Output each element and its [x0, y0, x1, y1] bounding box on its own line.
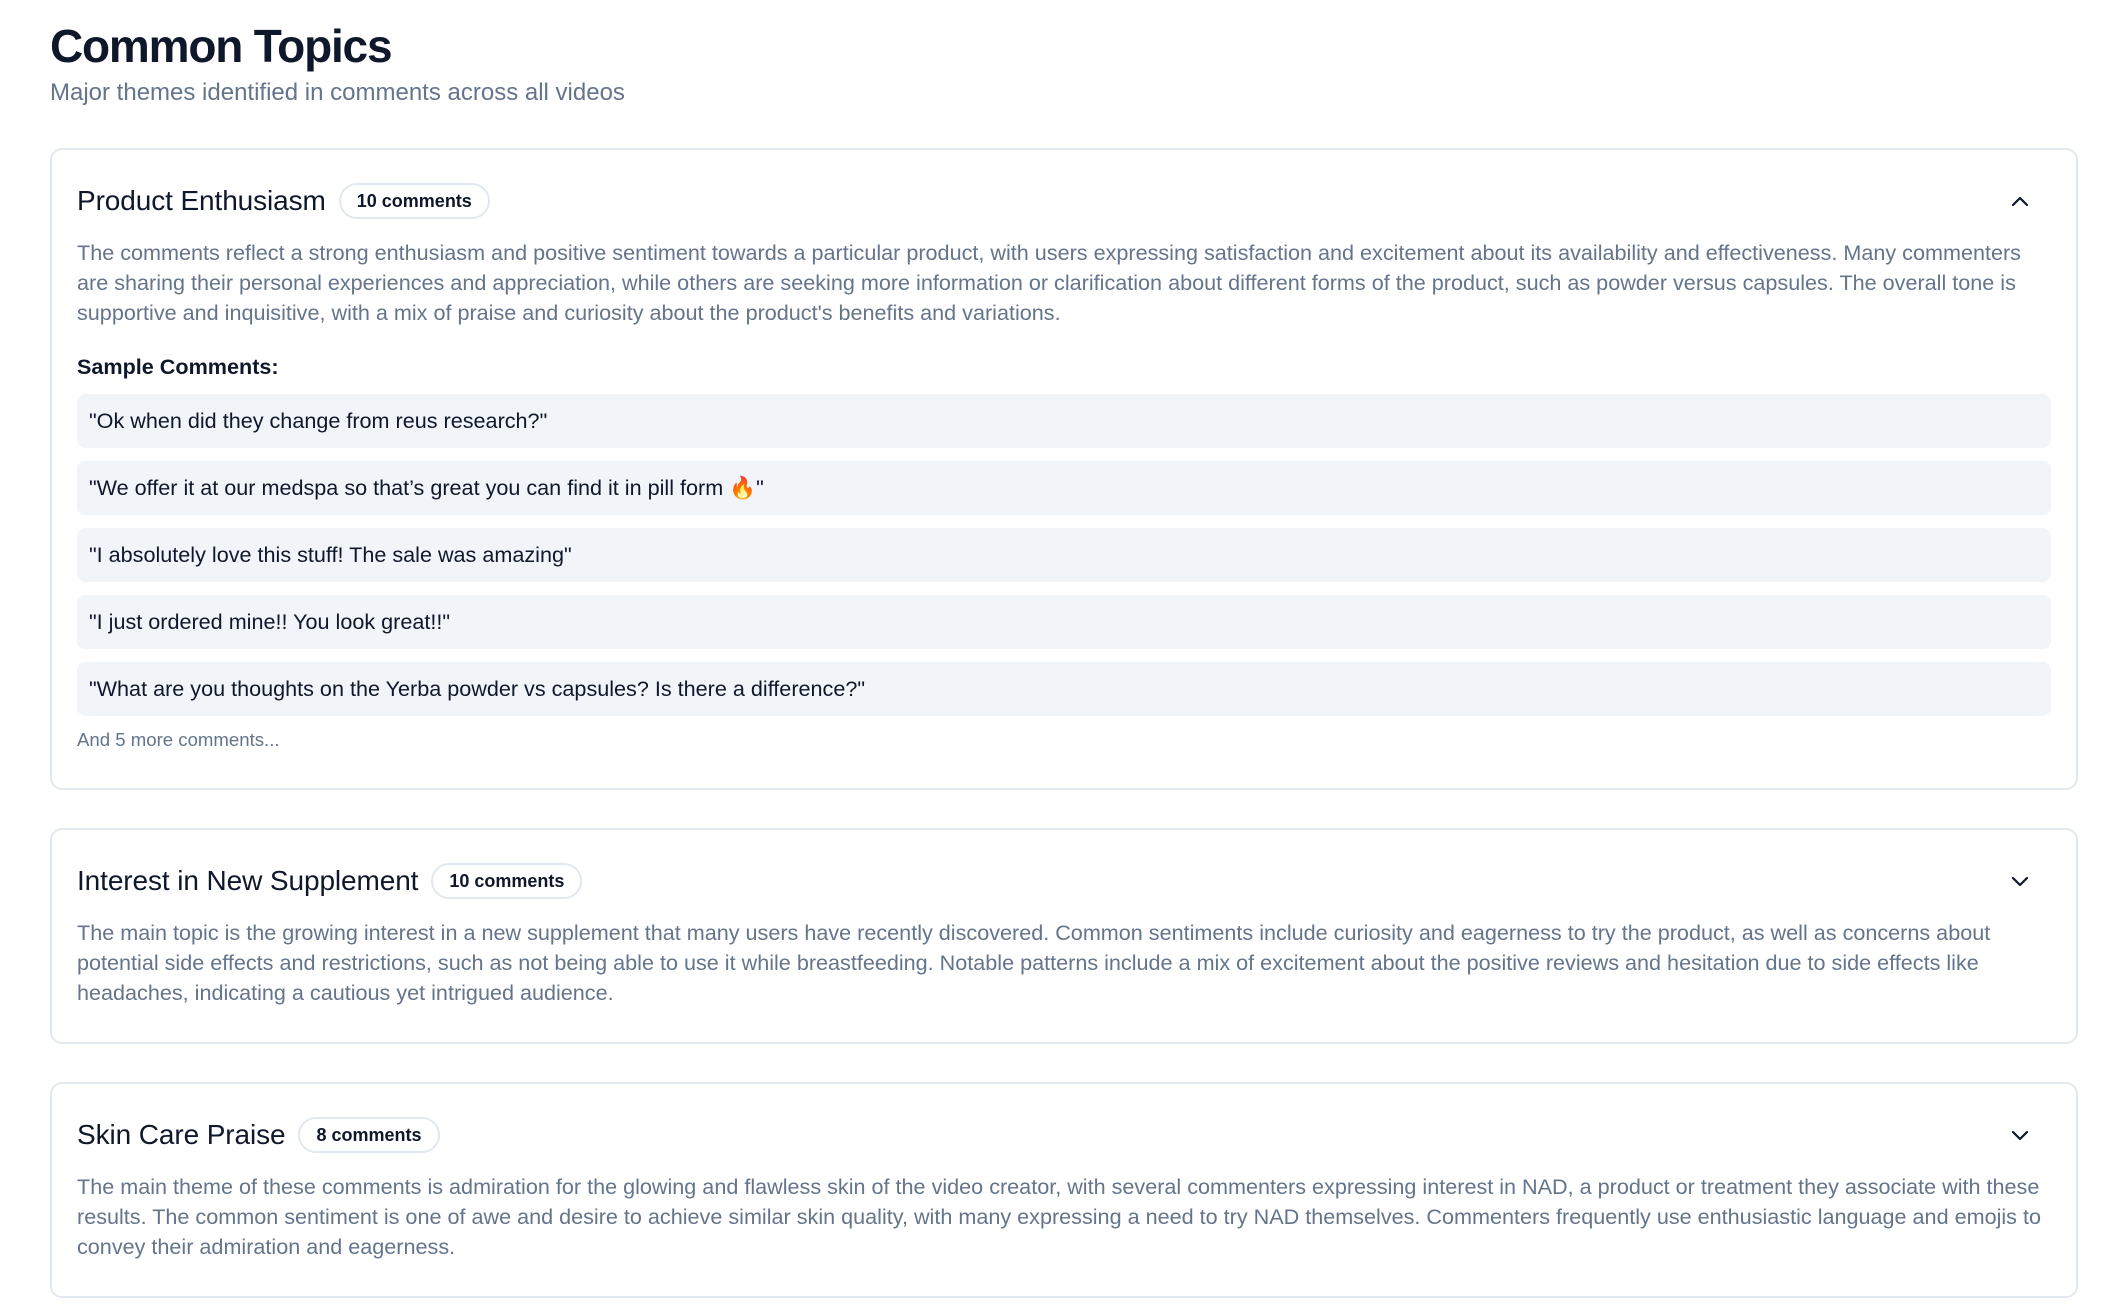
chevron-up-icon[interactable] — [2009, 190, 2031, 212]
topic-title: Interest in New Supplement — [77, 865, 419, 896]
topic-header[interactable]: Skin Care Praise 8 comments — [77, 1084, 2051, 1186]
chevron-down-icon[interactable] — [2009, 1124, 2031, 1146]
page-title: Common Topics — [50, 20, 393, 72]
topic-header[interactable]: Product Enthusiasm 10 comments — [77, 150, 2051, 252]
common-topics-page: Common Topics Major themes identified in… — [0, 0, 2122, 1310]
sample-comment: "Ok when did they change from reus resea… — [77, 394, 2051, 448]
topic-card-product-enthusiasm: Product Enthusiasm 10 comments The comme… — [50, 148, 2078, 790]
chevron-down-icon[interactable] — [2009, 870, 2031, 892]
comment-count-badge: 8 comments — [298, 1117, 440, 1153]
more-comments-text: And 5 more comments... — [77, 729, 280, 750]
sample-comment: "What are you thoughts on the Yerba powd… — [77, 662, 2051, 716]
topic-description: The main theme of these comments is admi… — [77, 1174, 2041, 1259]
topic-title: Product Enthusiasm — [77, 185, 326, 216]
topic-description: The main topic is the growing interest i… — [77, 920, 1991, 1005]
sample-comment: "I just ordered mine!! You look great!!" — [77, 595, 2051, 649]
topic-card-interest-in-new-supplement: Interest in New Supplement 10 comments T… — [50, 828, 2078, 1044]
topic-title: Skin Care Praise — [77, 1119, 286, 1150]
sample-comments-label: Sample Comments: — [77, 354, 279, 379]
page-subtitle: Major themes identified in comments acro… — [50, 79, 625, 106]
comment-count-badge: 10 comments — [338, 183, 490, 219]
comment-count-badge: 10 comments — [431, 863, 583, 899]
sample-comment: "I absolutely love this stuff! The sale … — [77, 528, 2051, 582]
sample-comments-list: "Ok when did they change from reus resea… — [77, 394, 2051, 716]
topic-card-skin-care-praise: Skin Care Praise 8 comments The main the… — [50, 1082, 2078, 1298]
topic-description: The comments reflect a strong enthusiasm… — [77, 240, 2021, 325]
topic-header[interactable]: Interest in New Supplement 10 comments — [77, 830, 2051, 932]
sample-comment: "We offer it at our medspa so that’s gre… — [77, 461, 2051, 515]
